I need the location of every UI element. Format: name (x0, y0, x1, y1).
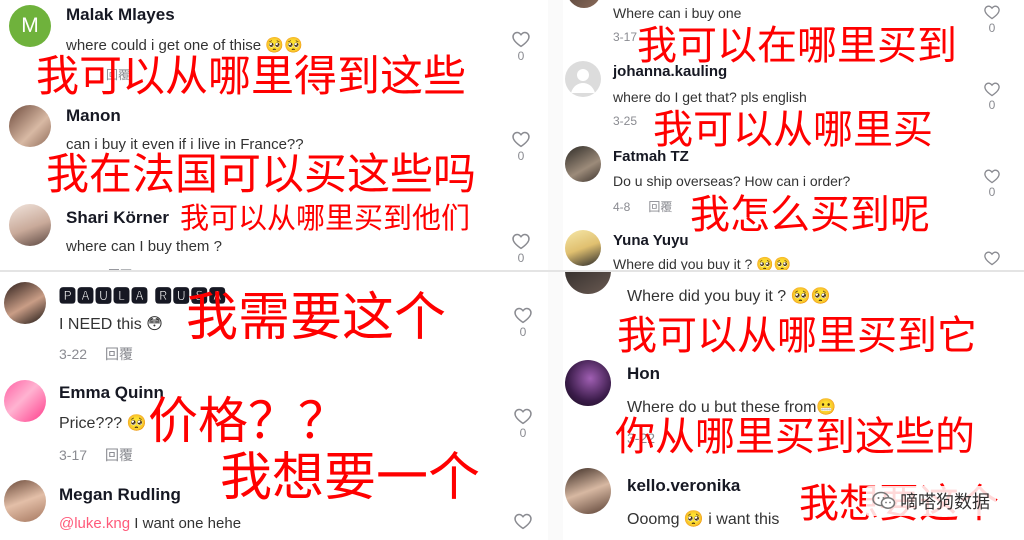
translation-overlay: 我可以从哪里买到它 (617, 313, 977, 359)
comment-username[interactable]: Manon (66, 106, 121, 126)
comment-text: Where did you buy it ? 🥺🥺 (627, 288, 831, 305)
watermark: 嘀嗒狗数据 (866, 486, 996, 516)
avatar[interactable] (565, 146, 601, 182)
comment-meta: 3-22 回覆 (59, 344, 133, 364)
default-avatar-icon (571, 69, 595, 93)
comment-reply-link[interactable]: 回覆 (648, 200, 672, 214)
comments-panel-top-left: M Malak Mlayes where could i get one of … (0, 0, 540, 270)
avatar[interactable] (565, 468, 611, 514)
comment-username[interactable]: Yuna Yuyu (613, 232, 689, 249)
wechat-icon (872, 491, 896, 509)
translation-overlay: 我可以从哪里买 (653, 107, 933, 153)
heart-icon (514, 513, 532, 530)
comment-text: Ooomg 🥺 i want this (627, 511, 780, 528)
avatar[interactable] (567, 0, 601, 8)
comment-reply-link[interactable]: 回覆 (105, 447, 133, 463)
comment-text-body: I want one hehe (134, 515, 242, 532)
heart-icon (514, 408, 532, 425)
comment-text: where can I buy them ? (66, 238, 222, 255)
translation-overlay: 我需要这个 (186, 288, 447, 348)
like-count: 0 (517, 251, 525, 265)
watermark-text: 嘀嗒狗数据 (900, 492, 990, 513)
like-button[interactable]: 0 (508, 130, 534, 163)
heart-icon (512, 233, 530, 250)
translation-overlay: 我可以从哪里得到这些 (36, 52, 466, 102)
comments-panel-top-right: Where can i buy one 3-17 0 johanna.kauli… (563, 0, 1024, 270)
like-button[interactable]: 0 (979, 168, 1005, 199)
heart-icon (512, 131, 530, 148)
avatar[interactable] (4, 480, 46, 522)
like-button[interactable] (979, 250, 1005, 266)
like-button[interactable]: 0 (510, 407, 536, 440)
heart-icon (984, 169, 1000, 184)
comment-meta: 3-17 (613, 30, 637, 44)
avatar[interactable] (4, 282, 46, 324)
translation-overlay: 我怎么买到呢 (690, 192, 930, 238)
comment-text: Where can i buy one (613, 5, 742, 21)
like-count: 0 (519, 325, 527, 339)
comment-date: 3-17 (613, 30, 638, 44)
avatar[interactable] (9, 105, 51, 147)
comment-text: Where did you buy it ? 🥺🥺 (613, 256, 792, 270)
comment-username[interactable]: Hon (627, 364, 660, 384)
comment-username[interactable]: Shari Körner (66, 208, 169, 228)
like-button[interactable]: 0 (979, 4, 1005, 35)
comment-date: 4-8 (613, 200, 631, 214)
panel-divider (0, 270, 1024, 272)
mention-link[interactable]: @luke.kng (59, 515, 130, 532)
like-count: 0 (988, 98, 996, 112)
like-count: 0 (988, 21, 996, 35)
like-button[interactable]: 0 (510, 306, 536, 339)
like-count: 0 (988, 185, 996, 199)
avatar[interactable] (4, 380, 46, 422)
comments-panel-bottom-left: 🅿🅰🆄🅻🅰 🆁🆄🆂🅰 I NEED this 😳 3-22 回覆 0 Emma Q… (0, 272, 548, 540)
comment-date: 3-25 (613, 114, 638, 128)
comment-reply-link[interactable]: 回覆 (105, 346, 133, 362)
avatar[interactable] (565, 360, 611, 406)
translation-overlay: 你从哪里买到这些的 (615, 414, 975, 460)
avatar[interactable] (565, 272, 611, 294)
avatar[interactable] (9, 204, 51, 246)
translation-overlay: 我在法国可以买这些吗 (46, 150, 476, 200)
comment-text: Price??? 🥺 (59, 415, 147, 432)
heart-icon (984, 251, 1000, 266)
comment-text: Do u ship overseas? How can i order? (613, 173, 851, 189)
heart-icon (512, 31, 530, 48)
comment-date: 3-22 (59, 346, 88, 362)
heart-icon (984, 5, 1000, 20)
comment-text: where do I get that? pls english (613, 89, 807, 105)
translation-overlay: 我想要一个 (220, 448, 481, 508)
comment-meta: 3-25 (613, 114, 637, 128)
like-button[interactable] (510, 512, 536, 530)
avatar[interactable]: M (9, 5, 51, 47)
avatar[interactable] (565, 61, 601, 97)
avatar-letter: M (21, 14, 39, 37)
like-count: 0 (519, 426, 527, 440)
comment-username[interactable]: Malak Mlayes (66, 5, 175, 25)
heart-icon (514, 307, 532, 324)
like-count: 0 (517, 49, 525, 63)
comment-username[interactable]: Megan Rudling (59, 485, 181, 505)
comment-text: @luke.kng I want one hehe (59, 515, 241, 532)
comment-text: I NEED this 😳 (59, 316, 163, 333)
translation-overlay: 我可以在哪里买到 (637, 23, 957, 69)
like-button[interactable]: 0 (508, 232, 534, 265)
like-count: 0 (517, 149, 525, 163)
translation-overlay: 价格？？ (148, 392, 348, 450)
comment-username[interactable]: kello.veronika (627, 476, 740, 496)
like-button[interactable]: 0 (979, 81, 1005, 112)
comment-date: 3-17 (59, 447, 88, 463)
avatar[interactable] (565, 230, 601, 266)
translation-overlay: 我可以从哪里买到他们 (180, 201, 471, 235)
comment-meta: 4-8 回覆 (613, 198, 672, 215)
like-button[interactable]: 0 (508, 30, 534, 63)
heart-icon (984, 82, 1000, 97)
comment-meta: 3-17 回覆 (59, 445, 133, 465)
